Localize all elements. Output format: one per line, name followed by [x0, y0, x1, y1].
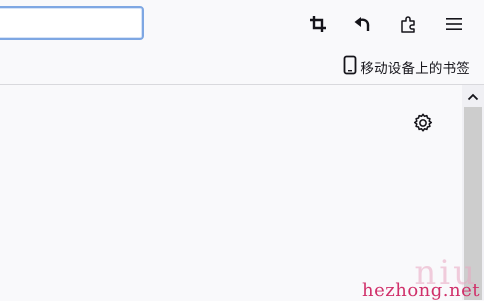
nav-toolbar	[0, 0, 484, 50]
settings-button[interactable]	[412, 112, 434, 134]
bookmarks-toolbar: 移动设备上的书签	[0, 50, 484, 85]
crop-icon	[308, 14, 328, 34]
extensions-button[interactable]	[397, 12, 421, 36]
app-menu-button[interactable]	[442, 12, 466, 36]
hamburger-menu-icon	[445, 16, 463, 32]
undo-button[interactable]	[351, 12, 375, 36]
undo-arrow-icon	[353, 14, 373, 34]
chevron-up-icon	[467, 86, 479, 105]
url-bar[interactable]	[0, 6, 144, 40]
crop-button[interactable]	[306, 12, 330, 36]
page-content	[0, 85, 462, 300]
mobile-bookmarks-item[interactable]: 移动设备上的书签	[343, 55, 470, 79]
mobile-device-icon	[343, 55, 357, 79]
extensions-puzzle-icon	[399, 14, 419, 34]
gear-icon	[412, 113, 434, 138]
watermark: hezhong.net	[362, 270, 480, 300]
mobile-bookmarks-label: 移动设备上的书签	[360, 61, 470, 77]
scroll-up-button[interactable]	[462, 85, 484, 105]
watermark-site: hezhong.net	[362, 280, 480, 301]
